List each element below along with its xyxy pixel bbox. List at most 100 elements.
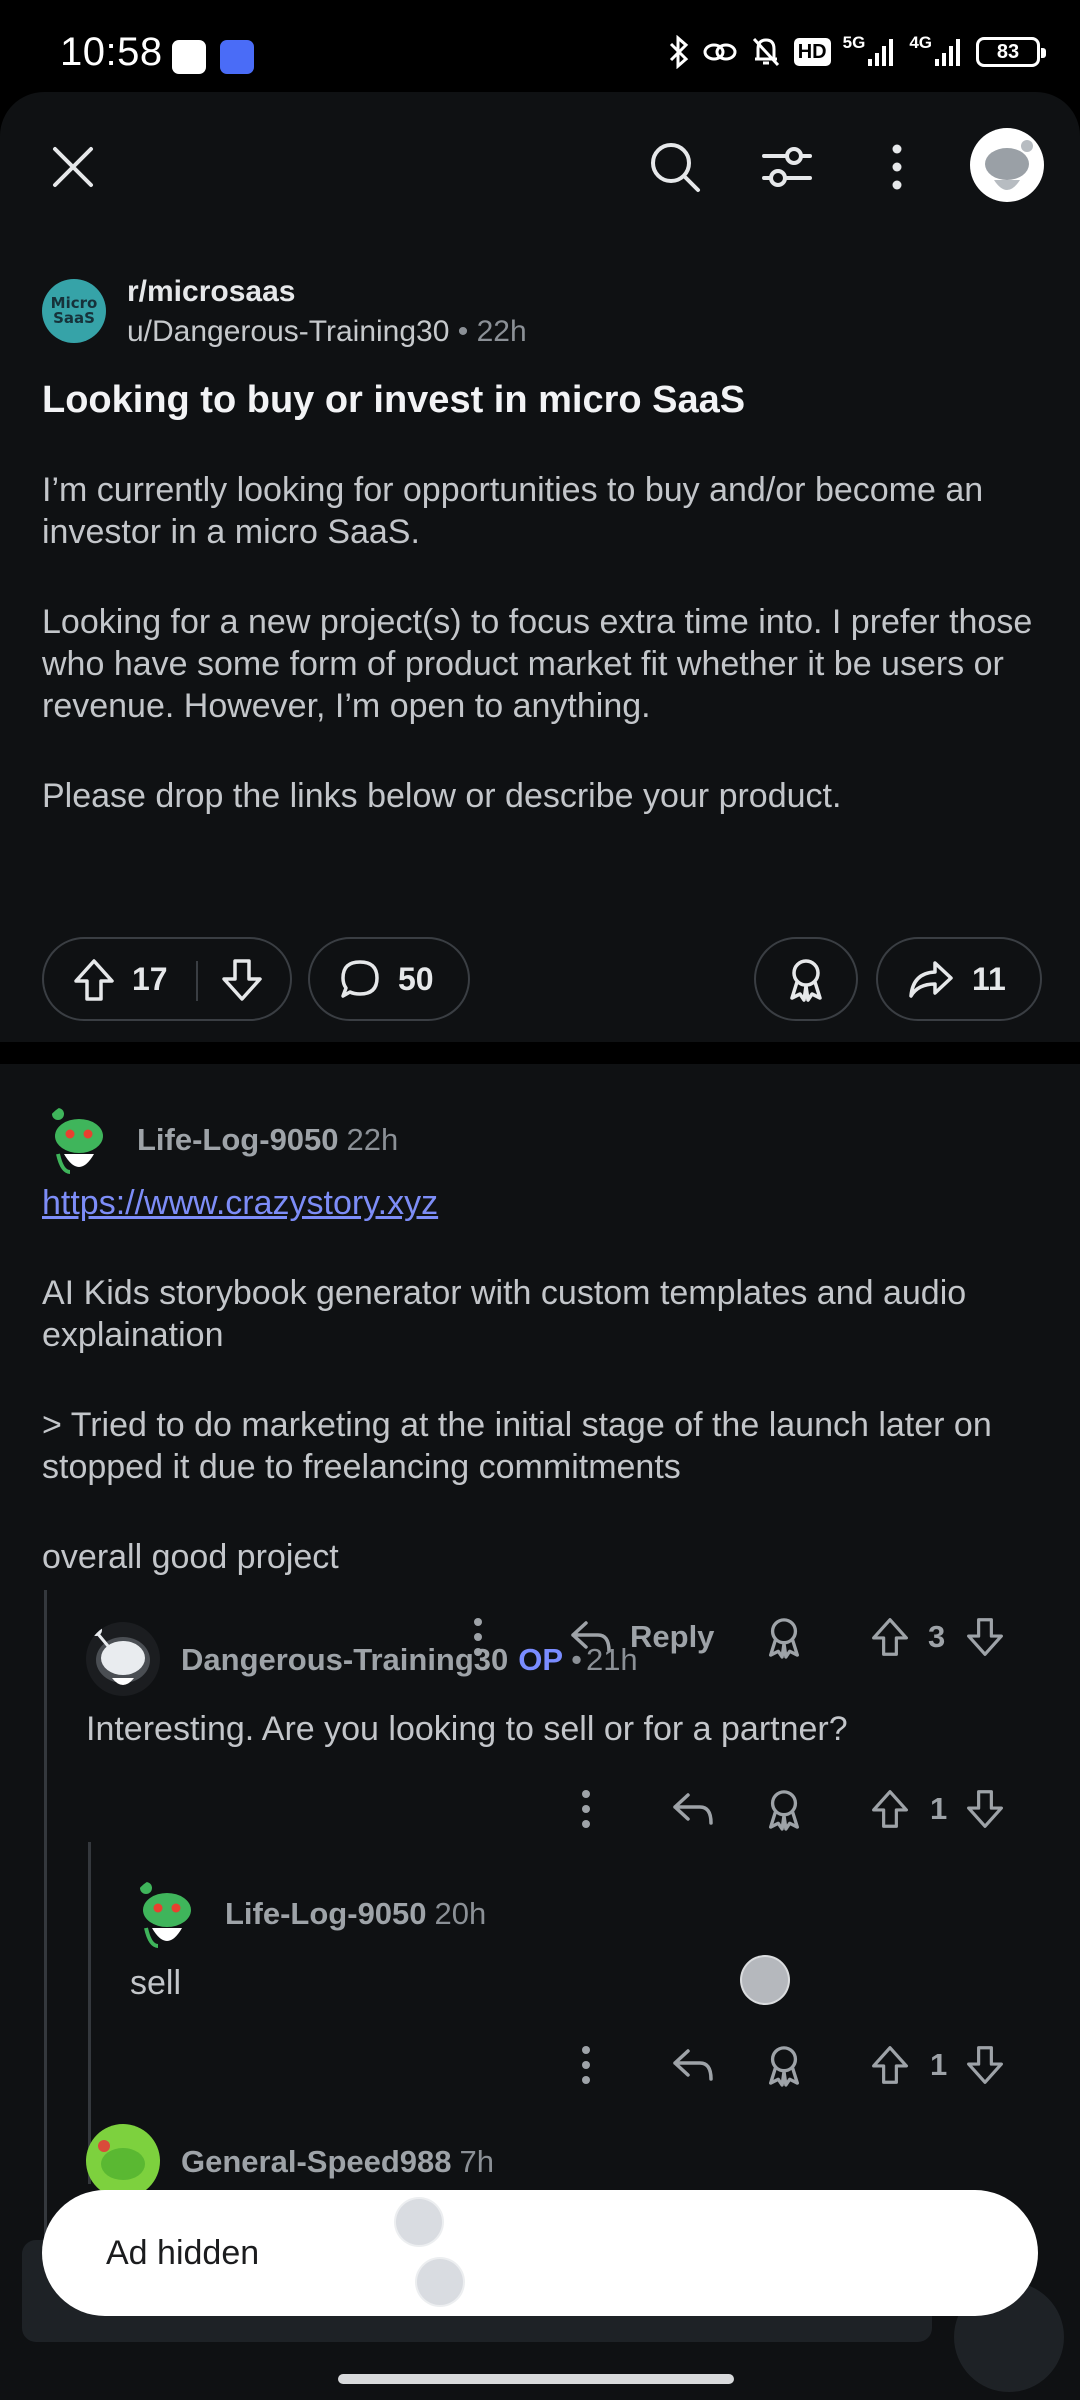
comment-paragraph: AI Kids storybook generator with custom … xyxy=(42,1274,967,1354)
post-author-line: u/Dangerous-Training30 • 22h xyxy=(127,315,527,349)
comment-reply: Dangerous-Training30 OP • 21h Interesting. … xyxy=(0,1582,1080,1842)
sort-filter-icon xyxy=(762,147,812,187)
comment-paragraph: > Tried to do marketing at the initial s… xyxy=(42,1406,992,1486)
reply-button[interactable] xyxy=(672,1774,714,1844)
comment-age: 20h xyxy=(434,1896,487,1931)
post-body: I’m currently looking for opportunities … xyxy=(42,469,1052,865)
home-indicator[interactable] xyxy=(338,2374,734,2384)
comment-avatar[interactable] xyxy=(42,1102,116,1176)
separator-dot: • xyxy=(457,315,469,348)
snoo-avatar-icon xyxy=(52,1108,103,1174)
comment-downvote-button[interactable] xyxy=(965,1774,1005,1844)
battery-icon: 83 xyxy=(976,37,1046,67)
separator-dot: • xyxy=(571,1642,582,1677)
subreddit-name[interactable]: r/microsaas xyxy=(127,275,295,309)
comment-downvote-button[interactable] xyxy=(965,2030,1005,2100)
comment-body: sell xyxy=(130,1964,182,2002)
share-button[interactable]: 11 xyxy=(876,937,1042,1021)
more-options-button[interactable] xyxy=(862,132,932,202)
comment-more-button[interactable] xyxy=(578,1774,594,1844)
vote-separator xyxy=(196,961,198,1001)
downvote-arrow-icon xyxy=(222,959,262,1001)
more-vertical-icon xyxy=(582,1790,590,1828)
snoo-avatar-icon xyxy=(98,2140,145,2180)
comment-actions: 1 xyxy=(0,1774,1080,1844)
comment-actions: 1 xyxy=(0,2030,1080,2100)
notification-app-icon xyxy=(172,40,206,74)
upvote-button[interactable] xyxy=(72,957,116,1011)
comment-award-button[interactable] xyxy=(764,2030,804,2100)
comment-reply: Life-Log-9050 20h sell 1 xyxy=(0,1842,1080,2102)
touch-indicator xyxy=(394,2197,444,2247)
signal-5g-icon: 5G xyxy=(843,34,898,70)
comment-paragraph: overall good project xyxy=(42,1538,339,1576)
top-bar xyxy=(0,92,1080,237)
comment-age: 7h xyxy=(459,2144,495,2179)
reply-button[interactable] xyxy=(672,2030,714,2100)
reply-arrow-icon xyxy=(673,2049,713,2081)
upvote-arrow-icon xyxy=(74,959,114,1001)
signal-4g-icon: 4G xyxy=(909,34,964,70)
touch-indicator xyxy=(740,1955,790,2005)
comment-more-button[interactable] xyxy=(578,2030,594,2100)
comment-author[interactable]: Life-Log-9050 22h xyxy=(137,1122,398,1158)
search-button[interactable] xyxy=(640,132,710,202)
status-time: 10:58 xyxy=(60,30,163,74)
post-paragraph: I’m currently looking for opportunities … xyxy=(42,471,984,551)
upvote-arrow-icon xyxy=(872,2046,908,2084)
snoo-avatar-icon xyxy=(140,1882,191,1948)
comment-author[interactable]: Dangerous-Training30 OP • 21h xyxy=(181,1642,638,1678)
more-vertical-icon xyxy=(892,144,902,190)
status-bar: 10:58 HD 5G 4G 83 xyxy=(0,0,1080,92)
award-icon xyxy=(790,959,822,1002)
snoo-avatar-icon xyxy=(985,140,1033,190)
comment-avatar[interactable] xyxy=(130,1876,204,1950)
notification-link-icon xyxy=(220,40,254,74)
close-button[interactable] xyxy=(38,132,108,202)
comment-award-button[interactable] xyxy=(764,1774,804,1844)
comments-button[interactable]: 50 xyxy=(308,937,470,1021)
comment-body: https://www.crazystory.xyz AI Kids story… xyxy=(42,1182,1052,1626)
comment-author[interactable]: General-Speed988 7h xyxy=(181,2144,494,2180)
op-badge: OP xyxy=(518,1642,564,1677)
ad-hidden-toast: Ad hidden xyxy=(42,2190,1038,2316)
post-title: Looking to buy or invest in micro SaaS xyxy=(42,379,746,421)
snoo-avatar-icon xyxy=(90,1624,150,1685)
link-icon xyxy=(702,34,738,70)
post-detail-sheet: Micro SaaS r/microsaas u/Dangerous-Train… xyxy=(0,92,1080,2400)
comment-vote-count: 1 xyxy=(930,2047,948,2082)
share-arrow-icon xyxy=(909,961,953,998)
share-count: 11 xyxy=(972,961,1006,997)
touch-indicator xyxy=(415,2257,465,2307)
award-icon xyxy=(769,2046,799,2087)
post-author[interactable]: u/Dangerous-Training30 xyxy=(127,315,449,348)
reply-arrow-icon xyxy=(673,1793,713,1825)
downvote-button[interactable] xyxy=(220,957,264,1011)
post-age: 22h xyxy=(476,315,527,348)
award-button[interactable] xyxy=(754,937,858,1021)
user-avatar[interactable] xyxy=(970,128,1044,202)
comment-avatar[interactable] xyxy=(86,1622,160,1696)
comment-link[interactable]: https://www.crazystory.xyz xyxy=(42,1184,438,1222)
close-icon xyxy=(53,147,93,187)
downvote-arrow-icon xyxy=(967,2046,1003,2084)
mute-bell-icon xyxy=(750,34,782,70)
toast-text: Ad hidden xyxy=(106,2233,260,2272)
award-icon xyxy=(769,1790,799,1831)
sort-filter-button[interactable] xyxy=(752,132,822,202)
comment-vote-count: 1 xyxy=(930,1791,948,1826)
comment-upvote-button[interactable] xyxy=(870,1774,910,1844)
comment-bubble-icon xyxy=(341,960,379,998)
comment-author[interactable]: Life-Log-9050 20h xyxy=(225,1896,486,1932)
comment-count: 50 xyxy=(398,961,434,997)
vote-pill: 17 xyxy=(42,937,292,1021)
bluetooth-icon xyxy=(668,34,690,70)
comment-avatar[interactable] xyxy=(86,2124,160,2198)
comment-body: Interesting. Are you looking to sell or … xyxy=(86,1710,848,1748)
comment-upvote-button[interactable] xyxy=(870,2030,910,2100)
subreddit-avatar[interactable]: Micro SaaS xyxy=(42,279,106,343)
more-vertical-icon xyxy=(582,2046,590,2084)
post-paragraph: Please drop the links below or describe … xyxy=(42,777,842,815)
comment-age: 21h xyxy=(585,1642,638,1677)
post-paragraph: Looking for a new project(s) to focus ex… xyxy=(42,603,1033,725)
